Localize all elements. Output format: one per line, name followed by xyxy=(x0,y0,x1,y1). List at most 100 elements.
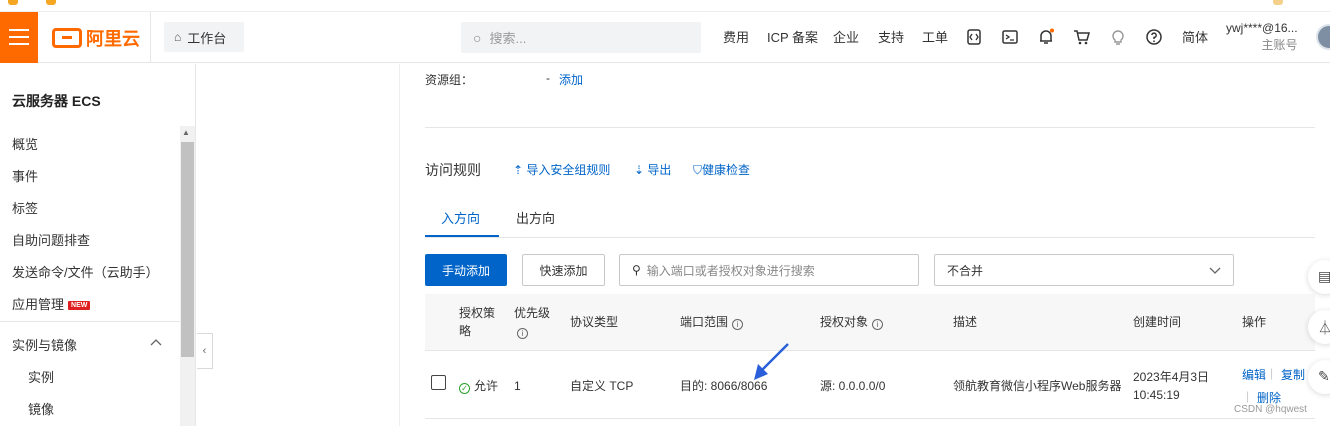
sidebar-item-send-command[interactable]: 发送命令/文件（云助手） xyxy=(12,262,159,281)
rule-search-placeholder: 输入端口或者授权对象进行搜索 xyxy=(646,263,815,278)
user-account[interactable]: ywj****@16... 主账号 xyxy=(1226,20,1298,54)
import-rules-link[interactable]: ⇡ 导入安全组规则 xyxy=(513,161,610,178)
collapse-sidebar-button[interactable]: ‹ xyxy=(197,333,213,369)
sidebar-item-label: 应用管理 xyxy=(12,297,65,312)
merge-select[interactable]: 不合并 xyxy=(934,254,1234,286)
lightbulb-icon[interactable] xyxy=(1109,28,1127,46)
quick-add-button[interactable]: 快速添加 xyxy=(522,254,605,286)
row-policy: ✓ 允许 xyxy=(459,377,498,395)
cart-icon[interactable] xyxy=(1073,28,1091,46)
nav-icp[interactable]: ICP 备案 xyxy=(767,12,818,63)
copy-link[interactable]: 复制 xyxy=(1281,366,1305,383)
menu-icon[interactable] xyxy=(0,12,38,63)
sidebar-title: 云服务器 ECS xyxy=(12,93,101,109)
info-icon[interactable]: i xyxy=(732,319,744,330)
export-label: 导出 xyxy=(647,163,672,177)
row-checkbox[interactable] xyxy=(431,375,446,390)
search-placeholder: 搜索... xyxy=(489,31,527,46)
divider xyxy=(0,321,180,322)
check-circle-icon: ✓ xyxy=(459,383,470,394)
info-icon[interactable]: i xyxy=(517,328,528,339)
rule-search-input[interactable]: ⚲ 输入端口或者授权对象进行搜索 xyxy=(619,254,919,286)
chevron-up-icon[interactable] xyxy=(150,338,162,346)
header-priority-label: 优先级 xyxy=(514,306,551,320)
divider xyxy=(150,12,151,63)
strip-mark xyxy=(8,0,18,5)
nav-support[interactable]: 支持 xyxy=(878,12,904,63)
header-operations: 操作 xyxy=(1242,315,1267,329)
help-icon[interactable] xyxy=(1145,28,1163,46)
row-created-date: 2023年4月3日 xyxy=(1133,370,1210,384)
nav-enterprise[interactable]: 企业 xyxy=(833,12,859,63)
user-name: ywj****@16... xyxy=(1226,21,1298,35)
manual-add-button[interactable]: 手动添加 xyxy=(425,254,507,286)
sidebar-item-overview[interactable]: 概览 xyxy=(12,134,38,153)
avatar[interactable] xyxy=(1316,24,1330,50)
sidebar-item-instances[interactable]: 实例 xyxy=(28,367,54,386)
logo-text: 阿里云 xyxy=(86,29,140,49)
strip-mark xyxy=(1273,0,1283,5)
divider xyxy=(425,127,1315,128)
shield-check-icon: ⛉ xyxy=(693,163,703,177)
sidebar-item-troubleshoot[interactable]: 自助问题排查 xyxy=(12,230,90,249)
nav-fees[interactable]: 费用 xyxy=(723,12,749,63)
header-target-label: 授权对象 xyxy=(820,315,869,329)
sidebar-item-events[interactable]: 事件 xyxy=(12,166,38,185)
watermark: CSDN @hqwest xyxy=(1234,404,1307,415)
aliyun-logo[interactable]: 阿里云 xyxy=(52,25,140,51)
row-description: 领航教育微信小程序Web服务器 xyxy=(953,379,1122,393)
row-created-clock: 10:45:19 xyxy=(1133,388,1180,402)
separator: | xyxy=(1270,366,1274,380)
header-description: 描述 xyxy=(953,315,978,329)
pencil-icon: ✎ xyxy=(1318,368,1330,384)
global-search-input[interactable]: ○ 搜索... xyxy=(461,22,701,53)
row-target: 源: 0.0.0.0/0 xyxy=(820,379,886,393)
api-icon[interactable] xyxy=(965,28,983,46)
nav-ticket[interactable]: 工单 xyxy=(922,12,948,63)
sidebar-item-app-management[interactable]: 应用管理 NEW xyxy=(12,294,91,313)
resource-group-value: - xyxy=(546,71,550,85)
header-target: 授权对象 i xyxy=(820,313,884,331)
new-badge: NEW xyxy=(68,301,91,310)
info-icon[interactable]: i xyxy=(872,319,884,330)
health-check-label: 健康检查 xyxy=(702,163,751,177)
sidebar-group-instances-images[interactable]: 实例与镜像 xyxy=(12,335,77,354)
search-icon: ⚲ xyxy=(632,263,641,277)
scroll-up-arrow-icon[interactable]: ▲ xyxy=(182,128,190,137)
edit-link[interactable]: 编辑 xyxy=(1242,366,1266,383)
header-created-time: 创建时间 xyxy=(1133,315,1182,329)
flask-icon: ⏃ xyxy=(1318,320,1330,336)
tab-inbound[interactable]: 入方向 xyxy=(441,208,480,227)
workbench-label: 工作台 xyxy=(187,30,227,46)
workbench-button[interactable]: ⌂ 工作台 xyxy=(164,22,244,52)
bell-icon[interactable] xyxy=(1037,28,1055,46)
sidebar-scrollbar-thumb[interactable] xyxy=(181,142,194,357)
resource-group-label: 资源组： xyxy=(425,73,474,87)
export-link[interactable]: ⇣ 导出 xyxy=(634,161,671,178)
health-check-link[interactable]: ⛉健康检查 xyxy=(693,161,750,178)
row-created-time: 2023年4月3日 10:45:19 xyxy=(1133,368,1209,404)
resource-group-add-link[interactable]: 添加 xyxy=(559,71,583,88)
divider xyxy=(425,237,1315,238)
aliyun-logo-icon xyxy=(52,28,82,48)
strip-mark xyxy=(46,0,56,5)
top-navigation-bar: 阿里云 ⌂ 工作台 ○ 搜索... 费用 ICP 备案 企业 支持 工单 简体 … xyxy=(0,12,1330,63)
user-role: 主账号 xyxy=(1261,38,1298,52)
upload-icon: ⇡ xyxy=(513,163,524,177)
header-policy-line1: 授权策 xyxy=(459,306,496,320)
sidebar-item-images[interactable]: 镜像 xyxy=(28,399,54,418)
browser-strip xyxy=(0,0,1330,12)
language-switch[interactable]: 简体 xyxy=(1182,12,1208,63)
sidebar-item-tags[interactable]: 标签 xyxy=(12,198,38,217)
terminal-icon[interactable] xyxy=(1001,28,1019,46)
import-rules-label: 导入安全组规则 xyxy=(526,163,611,177)
floating-tool-notes[interactable]: ▤ xyxy=(1308,260,1330,294)
tab-outbound[interactable]: 出方向 xyxy=(516,208,555,227)
header-priority: 优先级 i xyxy=(514,304,550,340)
download-icon: ⇣ xyxy=(634,163,645,177)
annotation-arrow-icon xyxy=(754,343,789,380)
header-port: 端口范围 i xyxy=(680,313,744,331)
search-icon: ○ xyxy=(473,29,482,46)
header-protocol: 协议类型 xyxy=(570,315,619,329)
row-policy-value: 允许 xyxy=(474,379,499,393)
